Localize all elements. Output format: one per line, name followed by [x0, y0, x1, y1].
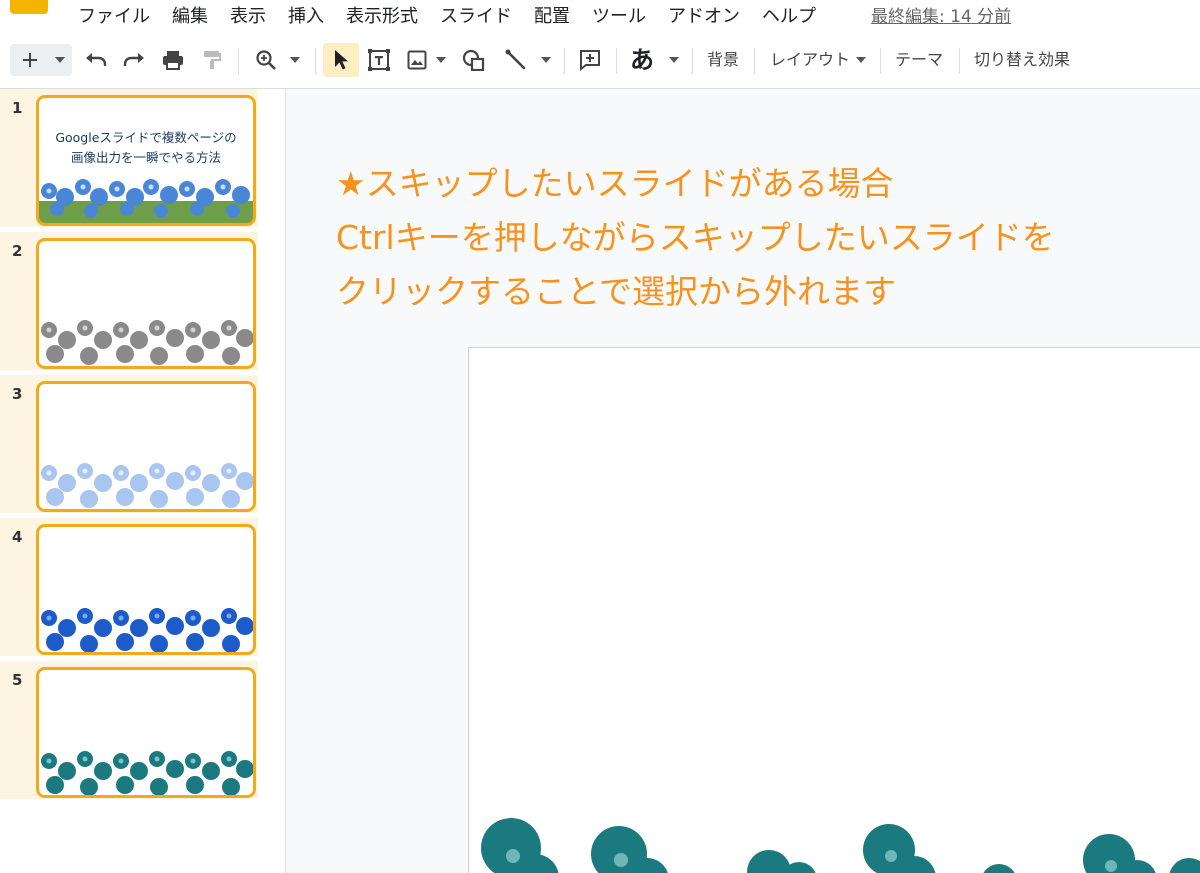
new-slide-dropdown-icon[interactable] — [50, 40, 70, 80]
plus-icon[interactable] — [14, 40, 46, 80]
transition-button[interactable]: 切り替え効果 — [974, 40, 1070, 80]
slide-number: 4 — [12, 528, 23, 546]
input-tools-dropdown-icon[interactable] — [665, 40, 683, 80]
zoom-dropdown-icon[interactable] — [285, 40, 305, 80]
toolbar: あ 背景 レイアウト テーマ 切り替え効果 — [0, 40, 1200, 82]
image-icon[interactable] — [403, 40, 431, 80]
last-edit-link[interactable]: 最終編集: 14 分前 — [871, 2, 1011, 27]
slide-thumbnail-1[interactable]: Googleスライドで複数ページの 画像出力を一瞬でやる方法 — [36, 95, 256, 226]
menu-format[interactable]: 表示形式 — [346, 2, 418, 28]
slides-logo-icon[interactable] — [10, 0, 48, 14]
toolbar-separator — [564, 48, 565, 74]
flower-field-image — [481, 818, 1200, 873]
layout-dropdown-icon[interactable] — [854, 40, 868, 80]
undo-icon[interactable] — [80, 40, 112, 80]
slide-number: 3 — [12, 385, 23, 403]
toolbar-separator — [880, 48, 881, 74]
slide-entry-1[interactable]: 1 Googleスライドで複数ページの 画像出力を一瞬でやる方法 — [0, 89, 258, 227]
annotation-line3: クリックすることで選択から外れます — [336, 272, 897, 311]
slide-number: 1 — [12, 99, 23, 117]
flower-field-image — [41, 320, 253, 365]
menu-insert[interactable]: 挿入 — [288, 2, 324, 28]
slide-entry-3[interactable]: 3 — [0, 375, 258, 513]
redo-icon[interactable] — [118, 40, 150, 80]
flower-field-image — [41, 463, 253, 508]
slide-thumbnail-4[interactable] — [36, 524, 256, 655]
slide-filmstrip: 1 Googleスライドで複数ページの 画像出力を一瞬でやる方法 2 3 4 5 — [0, 89, 286, 873]
toolbar-separator — [315, 48, 316, 74]
layout-button[interactable]: レイアウト — [770, 40, 850, 80]
input-tools-button[interactable]: あ — [630, 40, 654, 80]
toolbar-separator — [616, 48, 617, 74]
flower-field-image — [41, 751, 253, 795]
image-dropdown-icon[interactable] — [432, 40, 450, 80]
thumbnail-title-line1: Googleスライドで複数ページの — [55, 130, 237, 145]
slide-entry-4[interactable]: 4 — [0, 518, 258, 656]
menu-tools[interactable]: ツール — [592, 2, 646, 28]
current-slide[interactable] — [468, 347, 1200, 873]
toolbar-separator — [959, 48, 960, 74]
paint-format-icon[interactable] — [196, 40, 228, 80]
theme-button[interactable]: テーマ — [895, 40, 943, 80]
slide-thumbnail-2[interactable] — [36, 238, 256, 369]
toolbar-separator — [754, 48, 755, 74]
slide-canvas: ★スキップしたいスライドがある場合 Ctrlキーを押しながらスキップしたいスライ… — [286, 89, 1200, 873]
zoom-icon[interactable] — [250, 40, 282, 80]
toolbar-separator — [238, 48, 239, 74]
slide-entry-2[interactable]: 2 — [0, 232, 258, 370]
line-dropdown-icon[interactable] — [536, 40, 556, 80]
background-button[interactable]: 背景 — [707, 40, 739, 80]
menu-slide[interactable]: スライド — [440, 2, 512, 28]
toolbar-separator — [692, 48, 693, 74]
menu-arrange[interactable]: 配置 — [534, 2, 570, 28]
slide-entry-5[interactable]: 5 — [0, 661, 258, 799]
menu-file[interactable]: ファイル — [78, 2, 150, 28]
line-icon[interactable] — [500, 40, 532, 80]
annotation-text: ★スキップしたいスライドがある場合 Ctrlキーを押しながらスキップしたいスライ… — [336, 157, 1055, 319]
slide-thumbnail-5[interactable] — [36, 667, 256, 798]
shape-icon[interactable] — [458, 40, 490, 80]
thumbnail-title-line2: 画像出力を一瞬でやる方法 — [70, 150, 221, 165]
select-cursor-icon[interactable] — [325, 40, 357, 80]
menu-help[interactable]: ヘルプ — [762, 2, 816, 28]
print-icon[interactable] — [157, 40, 189, 80]
menu-bar: ファイル 編集 表示 挿入 表示形式 スライド 配置 ツール アドオン ヘルプ — [78, 0, 838, 30]
thumbnail-title: Googleスライドで複数ページの 画像出力を一瞬でやる方法 — [39, 128, 253, 168]
slide-number: 5 — [12, 671, 23, 689]
annotation-line2: Ctrlキーを押しながらスキップしたいスライドを — [336, 218, 1055, 257]
flower-field-image — [41, 608, 253, 652]
flower-field-image — [39, 179, 253, 223]
menu-addons[interactable]: アドオン — [668, 2, 740, 28]
comment-add-icon[interactable] — [574, 40, 606, 80]
menu-edit[interactable]: 編集 — [172, 2, 208, 28]
slide-thumbnail-3[interactable] — [36, 381, 256, 512]
annotation-line1: ★スキップしたいスライドがある場合 — [336, 164, 894, 203]
slide-number: 2 — [12, 242, 23, 260]
menu-view[interactable]: 表示 — [230, 2, 266, 28]
textbox-icon[interactable] — [363, 40, 395, 80]
